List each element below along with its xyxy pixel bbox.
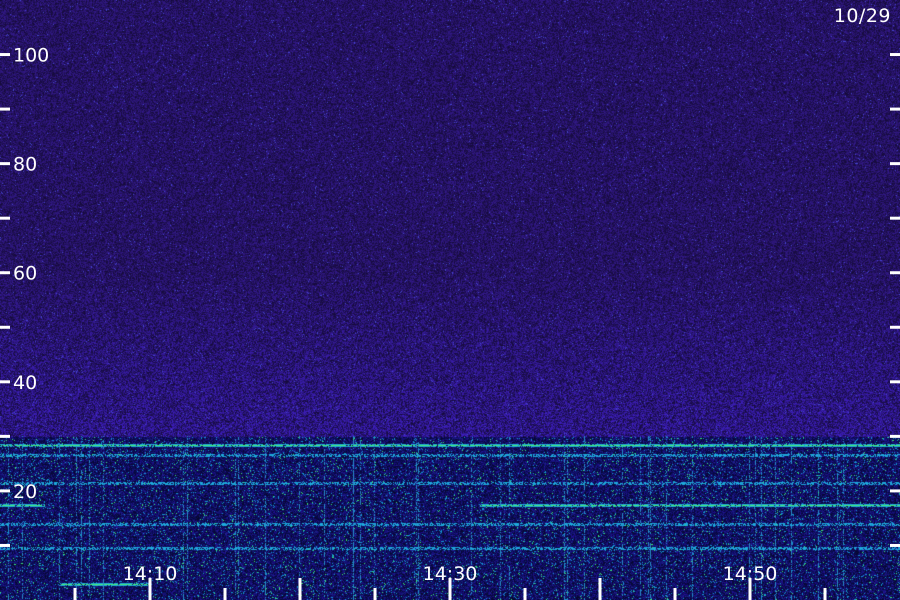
x-tick-label: 14:30 xyxy=(423,563,478,585)
y-tick-label: 60 xyxy=(13,263,37,285)
y-tick-label: 40 xyxy=(13,372,37,394)
x-axis: 14:10 14:30 14:50 xyxy=(73,563,827,600)
y-tick-label: 20 xyxy=(13,481,37,503)
y-tick-label: 80 xyxy=(13,154,37,176)
x-tick-label: 14:10 xyxy=(123,563,178,585)
axes-overlay: 100 80 60 40 20 14:10 14:30 14:50 xyxy=(0,45,900,600)
y-axis: 100 80 60 40 20 xyxy=(0,45,900,547)
date-label: 10/29 xyxy=(833,5,891,27)
x-tick-label: 14:50 xyxy=(723,563,778,585)
spectrogram-chart: 100 80 60 40 20 14:10 14:30 14:50 10/29 xyxy=(0,0,900,600)
y-tick-label: 100 xyxy=(13,45,49,67)
